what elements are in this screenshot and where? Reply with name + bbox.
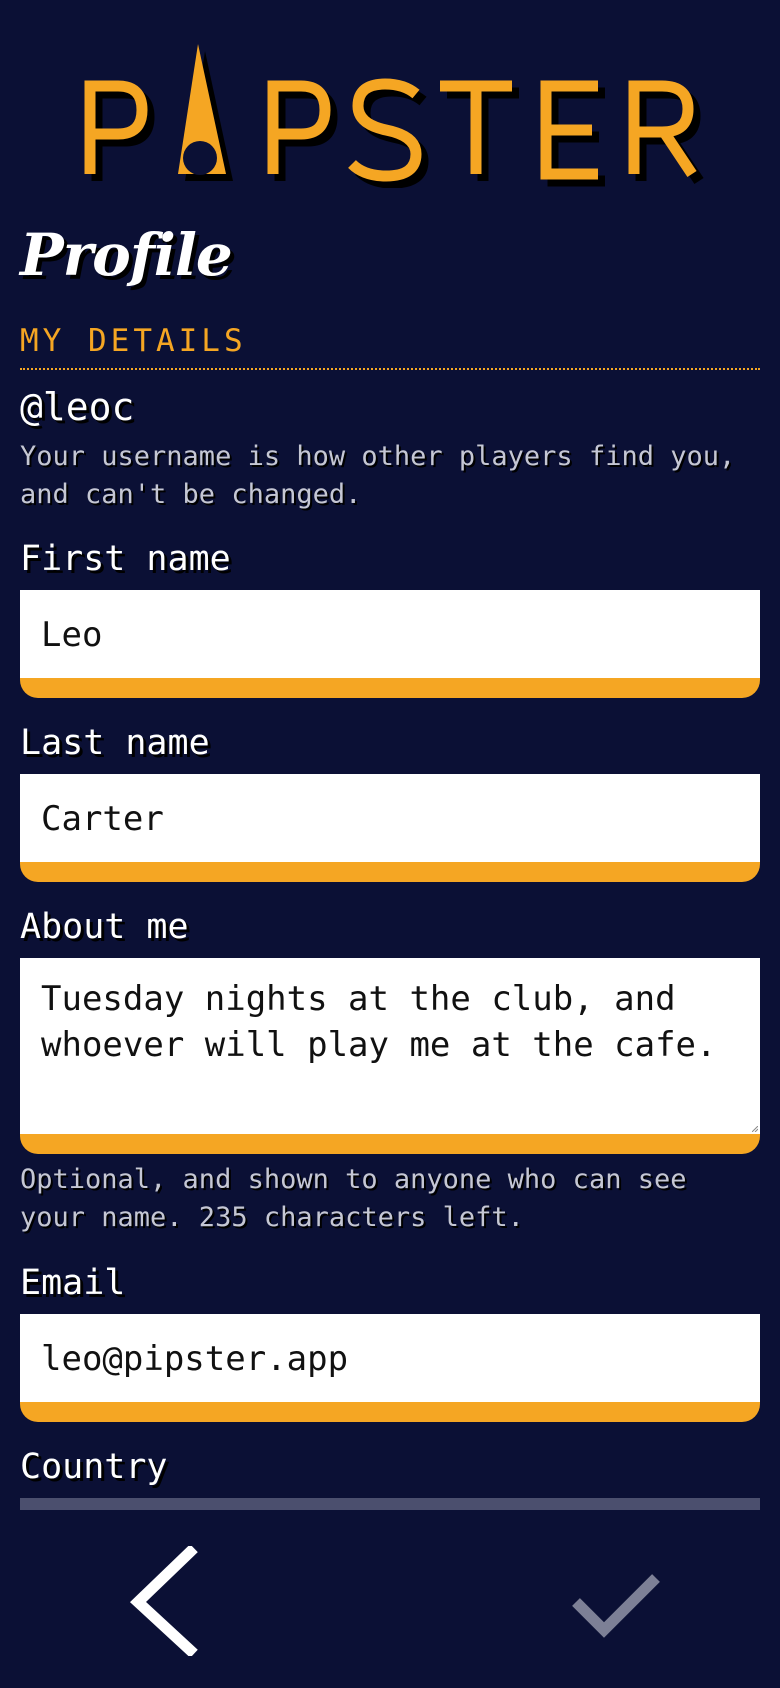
profile-page: Profile MY DETAILS @leoc Your username i… bbox=[0, 0, 780, 1510]
pip-icon bbox=[178, 44, 226, 175]
resize-grip-icon[interactable] bbox=[752, 1126, 758, 1132]
page-title: Profile bbox=[20, 221, 233, 289]
bottom-nav bbox=[0, 1510, 780, 1688]
section-header-my-details: MY DETAILS bbox=[20, 322, 760, 370]
email-field[interactable]: leo@pipster.app bbox=[20, 1314, 760, 1422]
save-button[interactable] bbox=[568, 1566, 664, 1642]
last-name-field[interactable]: Carter bbox=[20, 774, 760, 882]
about-me-hint: Optional, and shown to anyone who can se… bbox=[20, 1164, 687, 1233]
pipster-logo bbox=[0, 38, 780, 188]
section-title: MY DETAILS bbox=[20, 323, 247, 359]
first-name-field[interactable]: Leo bbox=[20, 590, 760, 698]
back-button[interactable] bbox=[120, 1544, 204, 1658]
first-name-input[interactable]: Leo bbox=[20, 590, 760, 678]
country-label: Country bbox=[20, 1447, 168, 1487]
first-name-label: First name bbox=[20, 539, 231, 579]
chevron-left-icon bbox=[129, 1544, 198, 1658]
country-select[interactable] bbox=[20, 1498, 760, 1510]
about-me-textarea[interactable]: Tuesday nights at the club, and whoever … bbox=[20, 958, 760, 1134]
check-icon bbox=[572, 1574, 660, 1638]
about-me-field[interactable]: Tuesday nights at the club, and whoever … bbox=[20, 958, 760, 1154]
email-label: Email bbox=[20, 1263, 126, 1303]
about-me-label: About me bbox=[20, 907, 189, 947]
last-name-input[interactable]: Carter bbox=[20, 774, 760, 862]
email-input[interactable]: leo@pipster.app bbox=[20, 1314, 760, 1402]
last-name-label: Last name bbox=[20, 723, 210, 763]
username-hint: Your username is how other players find … bbox=[20, 441, 736, 510]
username: @leoc bbox=[20, 385, 135, 429]
